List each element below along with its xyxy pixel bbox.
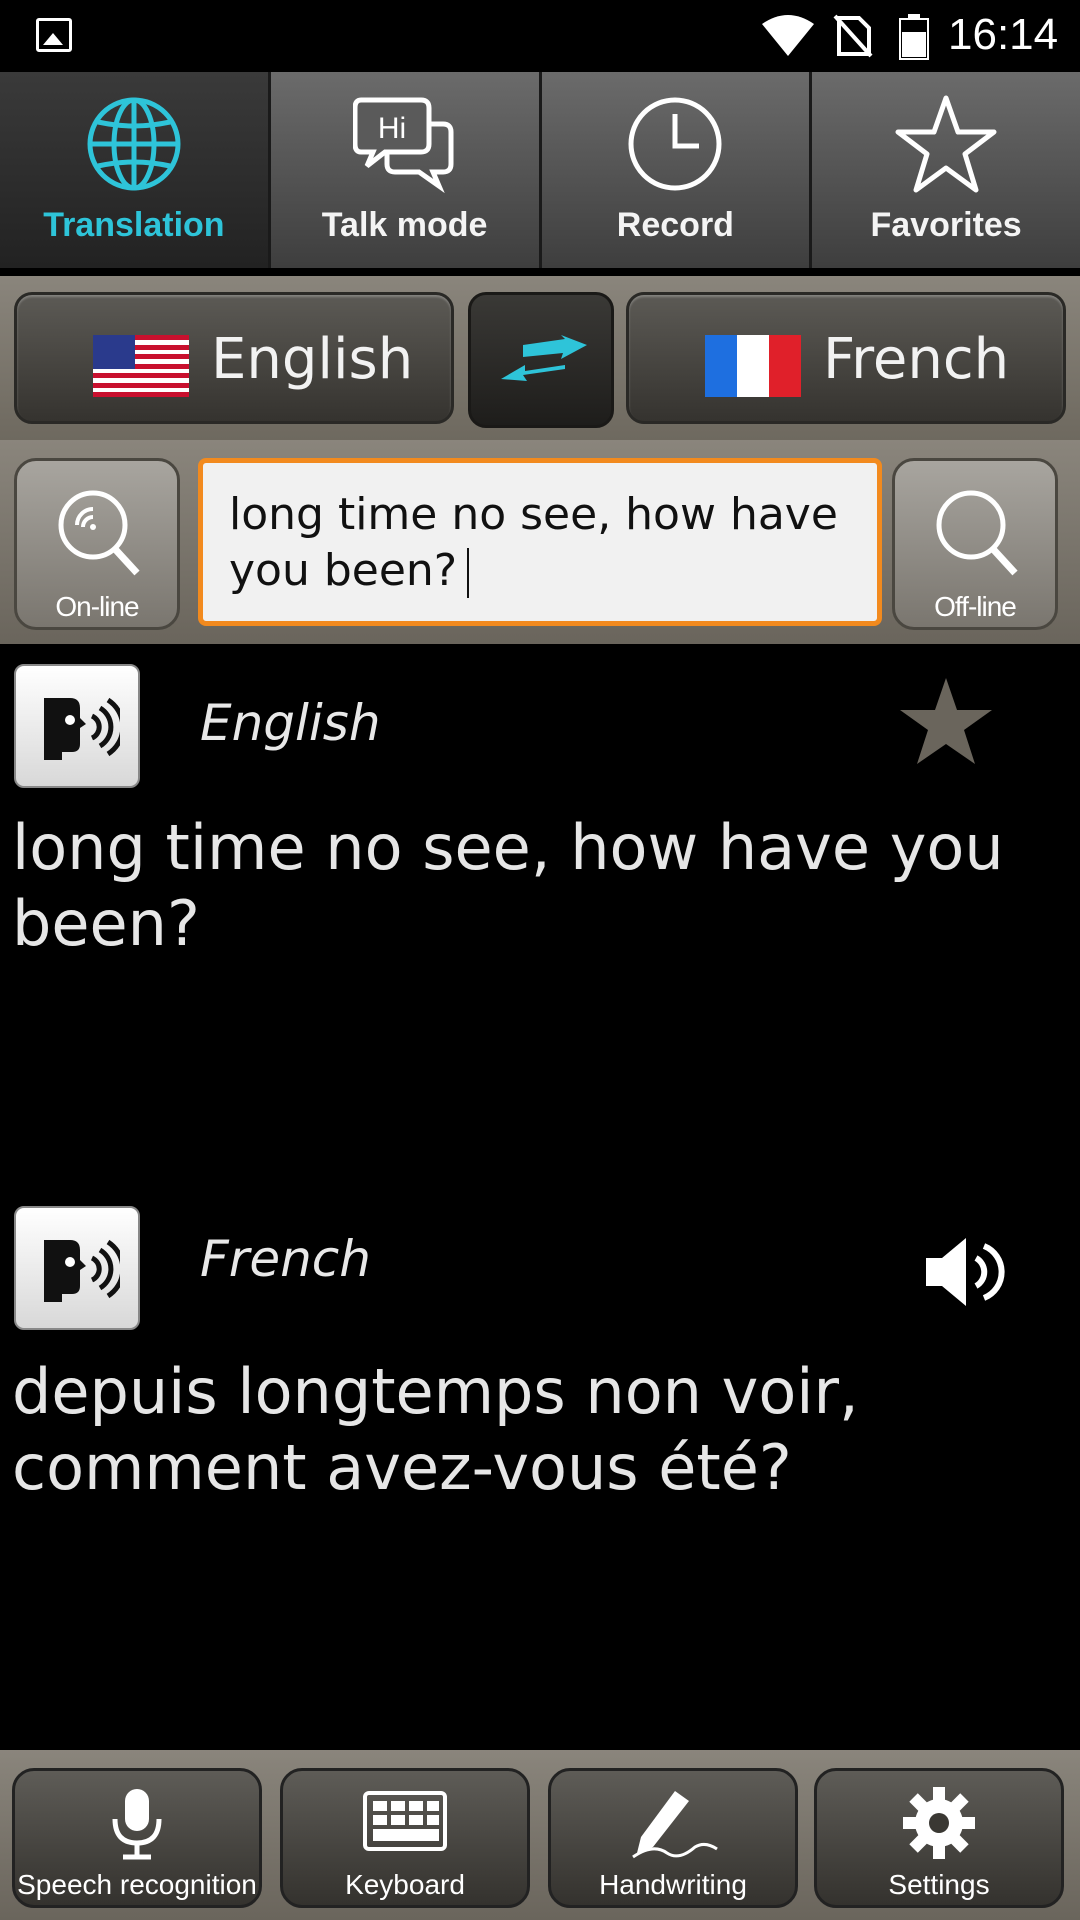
keyboard-label: Keyboard	[345, 1869, 465, 1900]
speak-target-button[interactable]	[14, 1206, 140, 1330]
svg-text:Hi: Hi	[377, 112, 405, 145]
settings-button[interactable]: Settings	[814, 1768, 1064, 1908]
keyboard-button[interactable]: Keyboard	[280, 1768, 530, 1908]
globe-icon	[87, 97, 181, 191]
tab-translation-label: Translation	[43, 206, 225, 244]
search-row: On-line long time no see, how have you b…	[0, 440, 1080, 644]
us-flag-icon	[93, 335, 189, 397]
offline-label: Off-line	[934, 591, 1017, 622]
speaking-head-icon	[44, 697, 120, 760]
chat-bubbles-icon: Hi	[352, 97, 454, 194]
gallery-notification-icon	[36, 18, 72, 52]
handwriting-label: Handwriting	[599, 1869, 747, 1900]
target-result-language: French	[200, 1230, 371, 1288]
tab-translation[interactable]: Translation	[0, 72, 271, 268]
tab-record[interactable]: Record	[541, 72, 813, 268]
tab-favorites-label: Favorites	[870, 206, 1022, 244]
swap-arrows-icon	[501, 335, 587, 381]
target-language-name: French	[823, 327, 1010, 392]
status-bar: 16:14	[0, 0, 1080, 72]
speech-recognition-button[interactable]: Speech recognition	[12, 1768, 262, 1908]
star-icon	[895, 95, 997, 193]
main-tabs: Translation Hi Talk mode Record Favorite…	[0, 72, 1080, 268]
swap-languages-button[interactable]	[468, 292, 614, 428]
source-result-text: long time no see, how have you been?	[12, 811, 1004, 960]
pen-icon	[632, 1791, 718, 1859]
target-language-button[interactable]: French	[626, 292, 1066, 424]
microphone-icon	[112, 1789, 162, 1860]
offline-search-button[interactable]: Off-line	[892, 458, 1058, 630]
text-caret	[467, 548, 470, 598]
tab-record-label: Record	[616, 206, 734, 244]
battery-icon	[899, 14, 929, 60]
tab-talk-mode-label: Talk mode	[321, 206, 488, 244]
speak-source-button[interactable]	[14, 664, 140, 788]
online-search-icon	[58, 490, 140, 576]
input-method-toolbar: Speech recognition Keyboard Handwriting	[0, 1750, 1080, 1920]
translation-input-value: long time no see, how have you been?	[229, 489, 838, 596]
no-sim-icon	[833, 14, 873, 58]
speech-recognition-label: Speech recognition	[17, 1869, 257, 1900]
france-flag-icon	[705, 335, 801, 397]
gear-icon	[903, 1787, 975, 1859]
speaking-head-icon	[44, 1239, 120, 1302]
wifi-icon	[762, 15, 814, 56]
source-language-button[interactable]: English	[14, 292, 454, 424]
keyboard-icon	[363, 1791, 447, 1851]
online-label: On-line	[55, 591, 139, 622]
translation-input[interactable]: long time no see, how have you been?	[198, 458, 882, 626]
status-time: 16:14	[948, 10, 1059, 59]
source-result-language: English	[200, 694, 381, 752]
settings-label: Settings	[888, 1869, 990, 1900]
tab-favorites[interactable]: Favorites	[812, 72, 1080, 268]
tab-talk-mode[interactable]: Hi Talk mode	[270, 72, 542, 268]
search-icon	[936, 490, 1018, 576]
favorite-star-icon[interactable]	[898, 676, 994, 768]
handwriting-button[interactable]: Handwriting	[548, 1768, 798, 1908]
speaker-volume-icon[interactable]	[922, 1234, 1006, 1310]
source-language-name: English	[211, 327, 414, 392]
clock-icon	[628, 97, 722, 191]
language-bar: English French	[0, 276, 1080, 440]
online-search-button[interactable]: On-line	[14, 458, 180, 630]
target-result-text: depuis longtemps non voir, comment avez-…	[12, 1355, 859, 1504]
